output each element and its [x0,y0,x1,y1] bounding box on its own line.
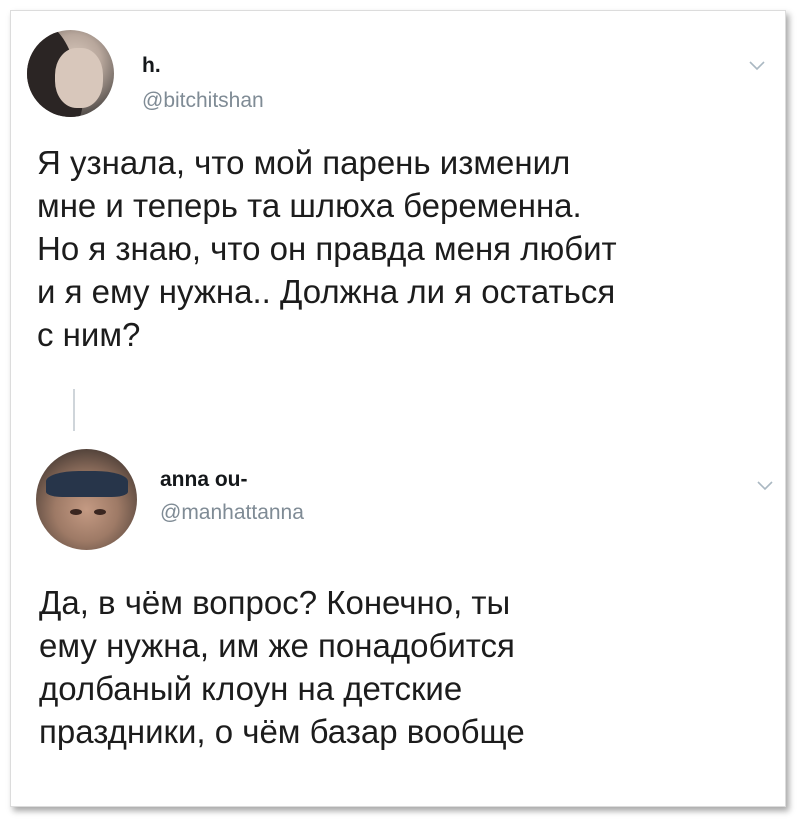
user-handle[interactable]: @manhattanna [160,501,304,525]
tweet-screenshot-card: h. @bitchitshan Я узнала, что мой парень… [10,10,786,807]
display-name[interactable]: anna ou- [160,468,248,492]
avatar-eye [94,509,106,515]
tweet-text: Я узнала, что мой парень изменил мне и т… [37,144,617,353]
avatar[interactable] [27,30,114,117]
avatar-eye [70,509,82,515]
avatar-face [55,48,103,108]
user-handle[interactable]: @bitchitshan [142,89,264,113]
chevron-down-icon[interactable] [749,61,765,71]
chevron-down-icon[interactable] [757,481,773,491]
avatar[interactable] [36,449,137,550]
tweet-text: Да, в чём вопрос? Конечно, ты ему нужна,… [39,584,525,750]
tweet-reply: anna ou- @manhattanna Да, в чём вопрос? … [11,411,785,806]
display-name[interactable]: h. [142,54,161,78]
avatar-headband [46,471,128,497]
tweet-original: h. @bitchitshan Я узнала, что мой парень… [11,11,785,411]
